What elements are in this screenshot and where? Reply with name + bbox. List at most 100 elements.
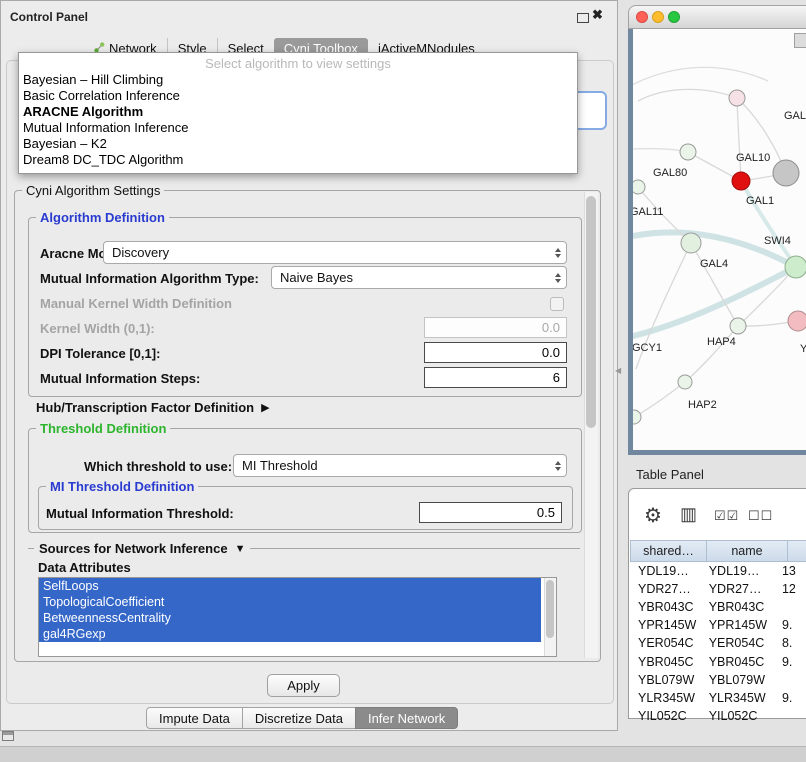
network-node-label: GAL1 [746, 195, 774, 207]
collapsed-arrow-icon: ▶ [261, 401, 269, 414]
network-node[interactable] [681, 233, 701, 253]
table-row[interactable]: YLR345WYLR345W9. [630, 689, 806, 707]
network-edge[interactable] [628, 267, 796, 339]
algorithm-option-mutual-information-inference[interactable]: Mutual Information Inference [19, 120, 577, 136]
expanded-arrow-icon: ▼ [235, 543, 246, 555]
algorithm-option-aracne-algorithm[interactable]: ARACNE Algorithm [19, 104, 577, 120]
table-column-header-col3[interactable] [787, 540, 806, 562]
network-view-frame-bottom [628, 450, 806, 455]
cyni-settings-group-title: Cyni Algorithm Settings [22, 183, 164, 198]
network-node-label: GAL10 [736, 152, 770, 164]
which-threshold-value: MI Threshold [242, 458, 318, 473]
network-node-label: GAL11 [630, 206, 663, 218]
traffic-minimize-button[interactable] [652, 11, 664, 23]
table-row[interactable]: YDR27…YDR27…12 [630, 580, 806, 598]
which-threshold-label: Which threshold to use: [84, 459, 232, 474]
algorithm-popup-list: Select algorithm to view settingsBayesia… [18, 52, 578, 174]
network-node[interactable] [680, 144, 696, 160]
table-cell: 9. [778, 691, 806, 705]
aracne-mode-value: Discovery [112, 245, 169, 260]
birdseye-toggle[interactable] [794, 33, 806, 48]
gear-icon[interactable]: ⚙ [644, 503, 662, 528]
network-edge[interactable] [638, 89, 737, 101]
network-node[interactable] [788, 311, 806, 331]
table-cell: 13 [778, 564, 806, 578]
float-window-icon[interactable] [577, 13, 589, 23]
apply-button-label: Apply [287, 678, 320, 693]
network-view-frame-left [628, 29, 633, 455]
table-cell: YER054C [702, 636, 778, 650]
table-row[interactable]: YBR045CYBR045C9. [630, 652, 806, 670]
mi-type-select[interactable]: Naive Bayes [271, 266, 567, 289]
attribute-item-selfloops[interactable]: SelfLoops [39, 578, 541, 594]
apply-button[interactable]: Apply [267, 674, 340, 697]
table-cell: 9. [778, 655, 806, 669]
aracne-mode-select[interactable]: Discovery [103, 241, 567, 264]
settings-scrollbar-thumb[interactable] [586, 196, 596, 428]
sources-section-header[interactable]: Sources for Network Inference ▼ [34, 541, 250, 556]
network-node[interactable] [678, 375, 692, 389]
table-cell: YIL052C [702, 709, 778, 723]
algorithm-popup-placeholder: Select algorithm to view settings [19, 55, 577, 72]
table-row[interactable]: YBR043CYBR043C [630, 598, 806, 616]
algorithm-option-bayesian-k2[interactable]: Bayesian – K2 [19, 136, 577, 152]
network-node[interactable] [729, 90, 745, 106]
table-column-header-name[interactable]: name [706, 540, 788, 562]
attribute-item-topologicalcoefficient[interactable]: TopologicalCoefficient [39, 594, 541, 610]
network-node[interactable] [730, 318, 746, 334]
table-row[interactable]: YBL079WYBL079W [630, 671, 806, 689]
network-node-label: GCY1 [632, 342, 662, 354]
table-cell: YDL19… [702, 564, 778, 578]
table-row[interactable]: YIL052CYIL052C [630, 707, 806, 725]
network-node-label: Y [800, 343, 806, 355]
manual-kernel-label: Manual Kernel Width Definition [40, 296, 232, 311]
bottom-tab-impute-data[interactable]: Impute Data [146, 707, 243, 729]
table-row[interactable]: YER054CYER054C8. [630, 634, 806, 652]
attribute-list-scrollbar-thumb[interactable] [546, 580, 554, 638]
deselect-rows-icon[interactable]: ☐☐ [748, 508, 773, 524]
algorithm-option-dream8-dc-tdc-algorithm[interactable]: Dream8 DC_TDC Algorithm [19, 152, 577, 168]
attribute-item-betweennesscentrality[interactable]: BetweennessCentrality [39, 610, 541, 626]
which-threshold-select[interactable]: MI Threshold [233, 454, 567, 477]
table-cell: YBR043C [702, 600, 778, 614]
network-node-label: HAP4 [707, 336, 736, 348]
network-node[interactable] [631, 180, 645, 194]
restore-panel-icon[interactable] [2, 731, 14, 741]
hub-section-header[interactable]: Hub/Transcription Factor Definition ▶ [36, 400, 270, 415]
traffic-zoom-button[interactable] [668, 11, 680, 23]
table-column-header-shared[interactable]: shared… [630, 540, 707, 562]
network-node[interactable] [732, 172, 750, 190]
network-edge[interactable] [685, 326, 738, 382]
attribute-item-gal4rgexp[interactable]: gal4RGexp [39, 626, 541, 642]
mi-type-label: Mutual Information Algorithm Type: [40, 271, 259, 286]
table-row[interactable]: YPR145WYPR145W9. [630, 616, 806, 634]
network-edge[interactable] [738, 267, 796, 326]
algorithm-option-basic-correlation-inference[interactable]: Basic Correlation Inference [19, 88, 577, 104]
algorithm-option-bayesian-hill-climbing[interactable]: Bayesian – Hill Climbing [19, 72, 577, 88]
network-node[interactable] [785, 256, 806, 278]
network-node[interactable] [773, 160, 799, 186]
splitter-collapse-icon[interactable]: ◀ [615, 366, 621, 375]
mi-threshold-field[interactable] [419, 502, 562, 523]
threshold-definition-title: Threshold Definition [36, 421, 170, 436]
bottom-tab-discretize-data[interactable]: Discretize Data [242, 707, 356, 729]
dpi-tolerance-field[interactable] [424, 342, 567, 363]
table-body: YDL19…YDL19…13YDR27…YDR27…12YBR043CYBR04… [630, 562, 806, 725]
select-rows-icon[interactable]: ☑☑ [714, 508, 739, 524]
network-edge[interactable] [634, 382, 685, 417]
kernel-width-label: Kernel Width (0,1): [40, 321, 155, 336]
mi-threshold-group-title: MI Threshold Definition [46, 479, 198, 494]
network-edge[interactable] [628, 67, 768, 87]
bottom-tab-infer-network[interactable]: Infer Network [355, 707, 458, 729]
table-row[interactable]: YDL19…YDL19…13 [630, 562, 806, 580]
table-cell: YER054C [630, 636, 702, 650]
network-edge[interactable] [737, 98, 741, 181]
control-panel-title: Control Panel [10, 10, 88, 24]
columns-icon[interactable]: ▥ [680, 504, 697, 525]
mi-steps-field[interactable] [424, 367, 567, 388]
network-canvas[interactable]: GALGAL80GAL10GAL1GAL11SWI4GAL4GCY1HAP4HA… [628, 29, 806, 450]
table-panel-title: Table Panel [636, 467, 704, 482]
traffic-close-button[interactable] [636, 11, 648, 23]
close-icon[interactable]: ✖ [592, 8, 603, 22]
desktop: Control Panel ✖ NetworkStyleSelectCyni T… [0, 0, 806, 762]
